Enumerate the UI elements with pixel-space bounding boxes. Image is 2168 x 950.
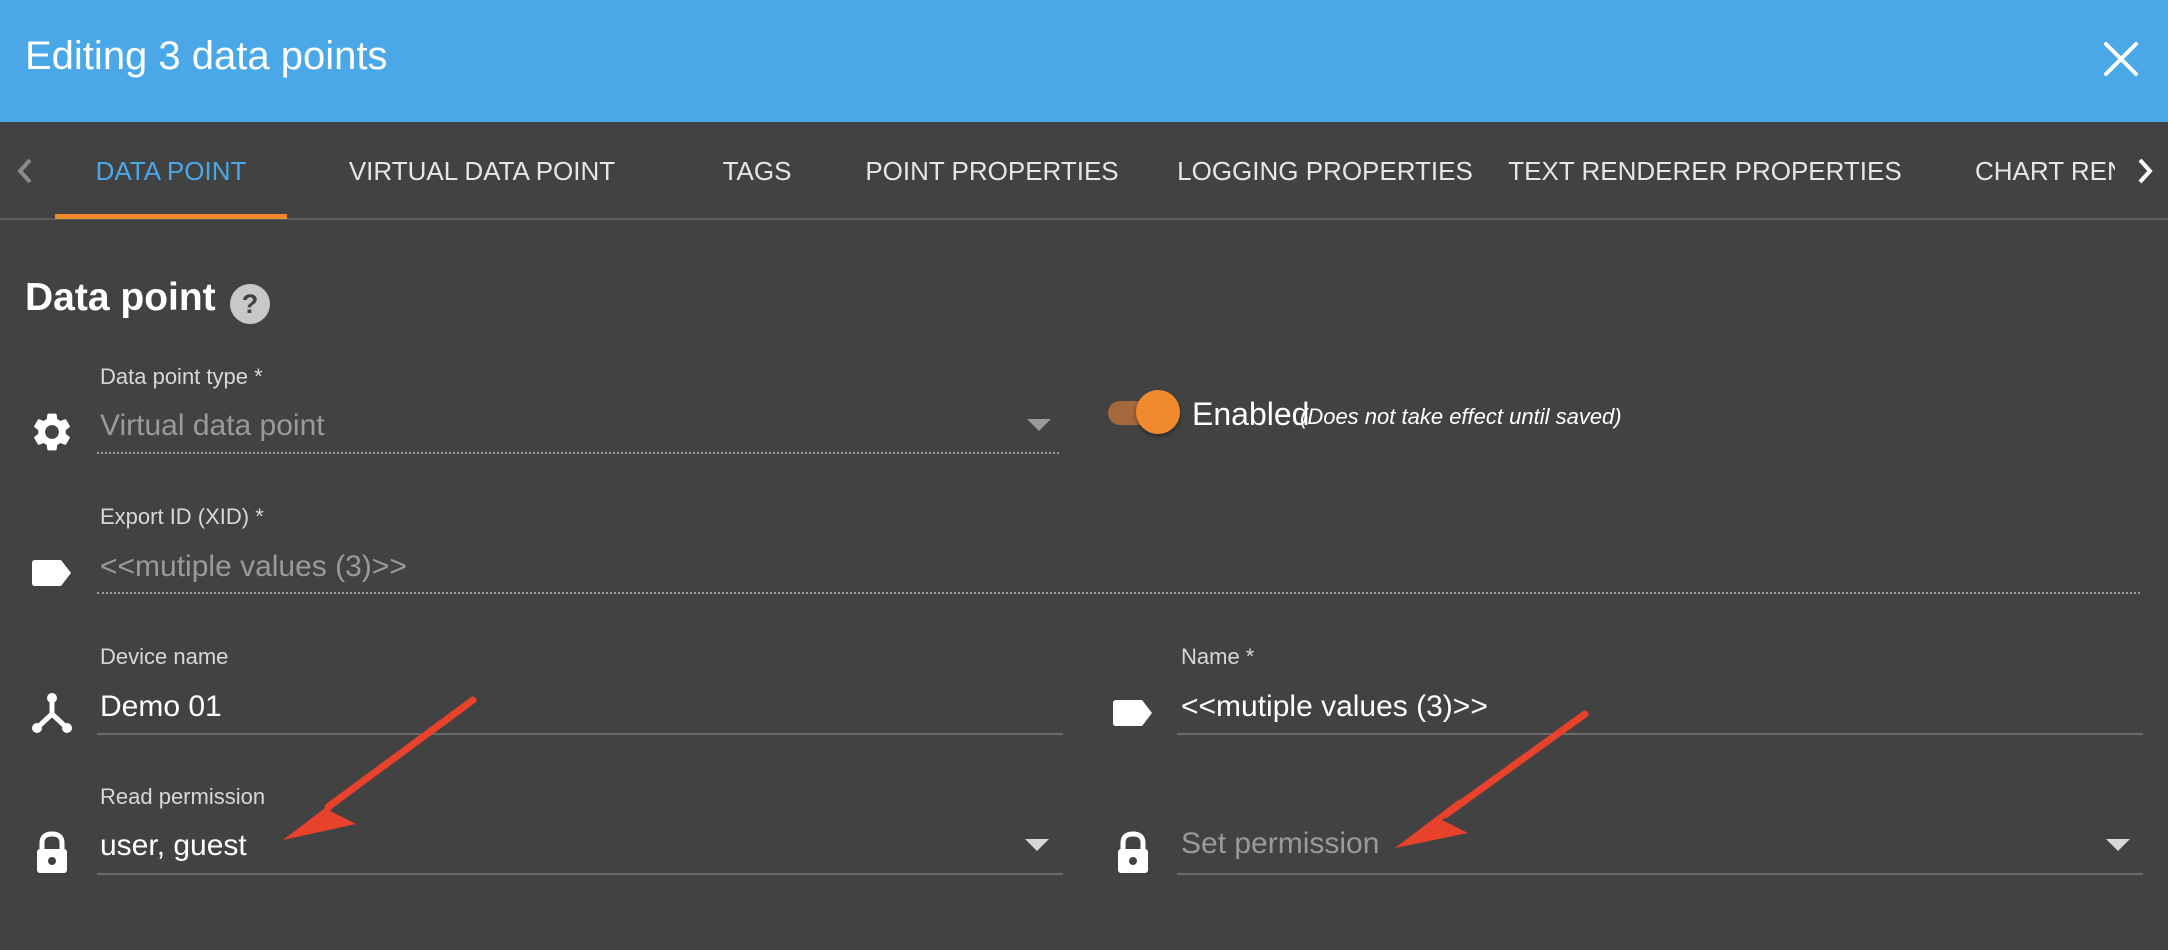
read-permission-select[interactable]: user, guest xyxy=(100,829,247,863)
tab-bar: DATA POINT VIRTUAL DATA POINT TAGS POINT… xyxy=(0,122,2168,220)
tab-chart-renderer[interactable]: CHART RENDERER xyxy=(1915,122,2115,218)
tag-icon xyxy=(29,550,75,596)
set-permission-underline xyxy=(1177,873,2143,875)
read-permission-label: Read permission xyxy=(100,784,266,809)
tabs: DATA POINT VIRTUAL DATA POINT TAGS POINT… xyxy=(55,122,2115,220)
enabled-note: (Does not take effect until saved) xyxy=(1300,404,1622,429)
section-title: Data point xyxy=(25,276,216,319)
data-point-type-underline xyxy=(97,452,1059,454)
tab-point-properties[interactable]: POINT PROPERTIES xyxy=(813,122,1171,218)
tab-virtual-data-point[interactable]: VIRTUAL DATA POINT xyxy=(317,122,647,218)
chevron-down-icon[interactable] xyxy=(2105,838,2131,852)
device-name-input[interactable]: Demo 01 xyxy=(100,690,222,724)
enabled-label: Enabled xyxy=(1192,396,1310,432)
device-hierarchy-icon xyxy=(29,690,75,736)
data-point-type-select[interactable]: Virtual data point xyxy=(100,409,325,443)
enabled-toggle[interactable] xyxy=(1104,390,1180,434)
active-tab-indicator xyxy=(55,214,287,219)
chevron-right-icon[interactable] xyxy=(2130,154,2160,188)
tab-data-point[interactable]: DATA POINT xyxy=(55,122,287,218)
lock-icon xyxy=(29,829,75,875)
device-name-label: Device name xyxy=(100,644,229,669)
export-id-label: Export ID (XID) * xyxy=(100,504,264,529)
data-point-type-label: Data point type * xyxy=(100,364,263,389)
toggle-thumb xyxy=(1136,390,1180,434)
dialog-header: Editing 3 data points xyxy=(0,0,2168,122)
svg-text:?: ? xyxy=(242,289,259,319)
close-icon[interactable] xyxy=(2100,38,2142,80)
name-underline xyxy=(1177,733,2143,735)
read-permission-underline xyxy=(97,873,1063,875)
chevron-down-icon[interactable] xyxy=(1026,418,1052,432)
help-circle-icon[interactable]: ? xyxy=(228,282,272,326)
dialog-title: Editing 3 data points xyxy=(25,34,388,78)
lock-icon xyxy=(1110,829,1156,875)
export-id-input[interactable]: <<mutiple values (3)>> xyxy=(100,550,407,584)
tab-text-renderer-properties[interactable]: TEXT RENDERER PROPERTIES xyxy=(1465,122,1945,218)
chevron-down-icon[interactable] xyxy=(1024,838,1050,852)
name-input[interactable]: <<mutiple values (3)>> xyxy=(1181,690,1488,724)
export-id-underline xyxy=(97,592,2140,594)
set-permission-select[interactable]: Set permission xyxy=(1181,827,1379,861)
device-name-underline xyxy=(97,733,1063,735)
chevron-left-icon[interactable] xyxy=(10,154,40,188)
name-label: Name * xyxy=(1181,644,1255,669)
tag-icon xyxy=(1110,690,1156,736)
gear-icon xyxy=(29,409,75,455)
annotation-arrow-read-permission xyxy=(283,696,477,840)
